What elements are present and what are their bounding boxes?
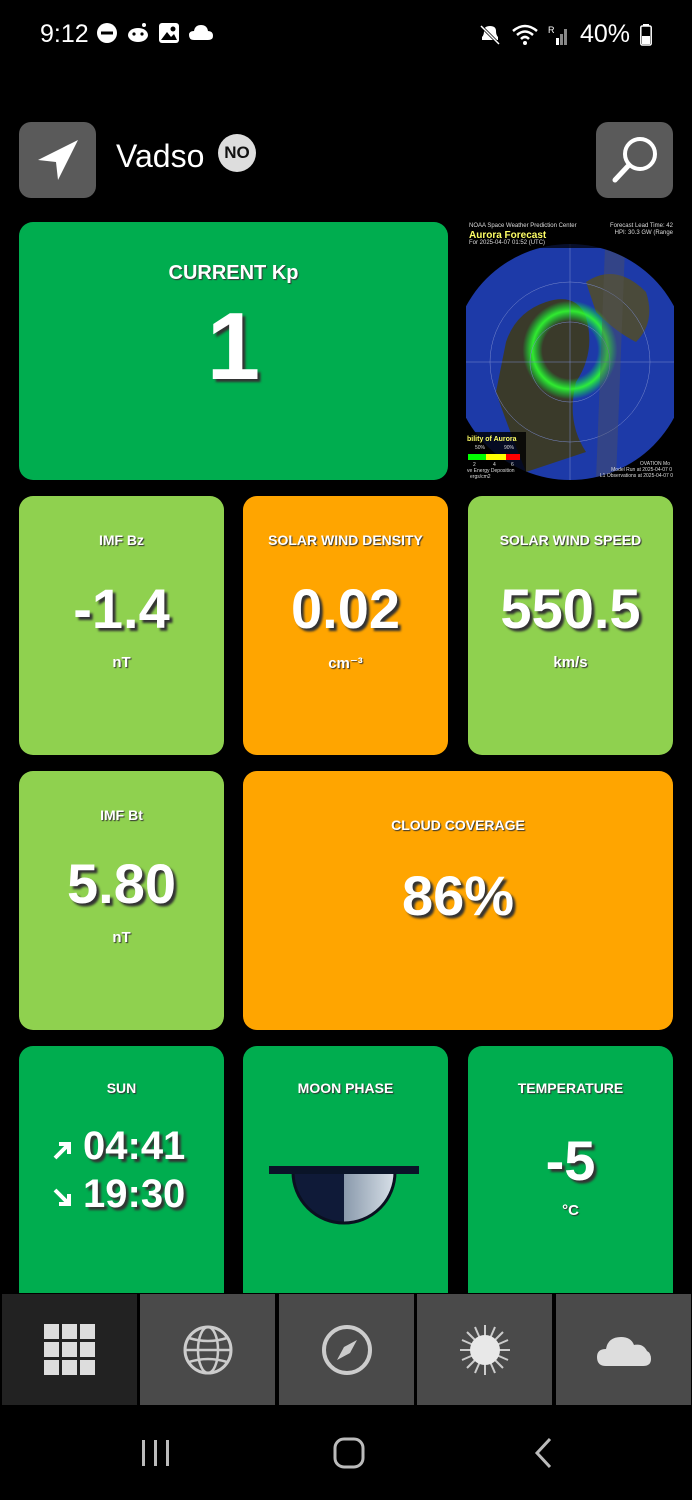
status-right: R 40% (478, 20, 652, 49)
moon-title: MOON PHASE (297, 1080, 394, 1096)
bottom-navigation (0, 1293, 692, 1406)
sw-density-unit: cm⁻³ (328, 655, 363, 672)
cloud-title: CLOUD COVERAGE (391, 817, 525, 833)
temperature-unit: °C (562, 1202, 579, 1219)
battery-icon (640, 23, 652, 46)
temperature-title: TEMPERATURE (517, 1080, 624, 1096)
battery-percent: 40% (579, 20, 630, 48)
tab-dashboard[interactable] (2, 1294, 137, 1405)
tab-compass[interactable] (279, 1294, 414, 1405)
sw-density-title: SOLAR WIND DENSITY (268, 532, 423, 548)
reddit-icon (128, 23, 148, 42)
aurora-power: HPI: 30.3 GW (Range (614, 230, 673, 236)
solar-wind-density-tile[interactable]: SOLAR WIND DENSITY 0.02 cm⁻³ (243, 496, 448, 755)
cloud-value: 86% (401, 864, 515, 927)
temperature-value: -5 (545, 1129, 596, 1192)
search-button[interactable] (596, 122, 673, 198)
compass-icon (321, 1324, 372, 1375)
kp-value: 1 (206, 293, 261, 400)
location-name: Vadso (116, 138, 205, 174)
status-bar: 9:12 R 40% (0, 0, 692, 70)
moon-phase-tile[interactable]: MOON PHASE (243, 1046, 448, 1293)
cloud-icon (596, 1336, 651, 1366)
svg-text:R: R (548, 25, 555, 35)
signal-icon: R (548, 25, 567, 45)
aurora-legend-caption2: ergs/cm2 (470, 474, 491, 480)
imf-bt-tile[interactable]: IMF Bt 5.80 nT (19, 771, 224, 1030)
cloud-coverage-tile[interactable]: CLOUD COVERAGE 86% (243, 771, 673, 1030)
sw-speed-unit: km/s (553, 654, 588, 671)
tab-map[interactable] (140, 1294, 275, 1405)
kp-tile[interactable]: CURRENT Kp 1 (19, 222, 448, 480)
aurora-forecast-map[interactable]: NOAA Space Weather Prediction Center For… (466, 222, 674, 480)
dnd-icon (97, 23, 117, 43)
imf-bz-tile[interactable]: IMF Bz -1.4 nT (19, 496, 224, 755)
imf-bz-unit: nT (112, 654, 131, 671)
imf-bt-value: 5.80 (67, 852, 176, 915)
sun-tile[interactable]: SUN 04:41 19:30 (19, 1046, 224, 1293)
imf-bt-title: IMF Bt (100, 807, 143, 823)
aurora-legend-90: 90% (504, 445, 515, 451)
globe-icon (183, 1325, 232, 1374)
tab-sun[interactable] (417, 1294, 552, 1405)
home-icon[interactable] (332, 1436, 366, 1470)
aurora-footer3: L1 Observations at 2025-04-07 0 (599, 473, 673, 479)
locate-button[interactable] (19, 122, 96, 198)
sunrise-time: 04:41 (83, 1124, 186, 1168)
back-icon[interactable] (532, 1436, 556, 1470)
sw-density-value: 0.02 (291, 577, 400, 640)
recent-apps-icon[interactable] (140, 1438, 172, 1468)
sw-speed-value: 550.5 (500, 577, 641, 640)
navigation-arrow-icon (37, 140, 78, 180)
sun-title: SUN (106, 1080, 137, 1096)
mute-icon (479, 24, 501, 45)
notification-icons (96, 22, 214, 44)
moon-phase-icon (269, 1166, 419, 1225)
imf-bt-unit: nT (112, 929, 131, 946)
aurora-legend-50: 50% (475, 445, 486, 451)
gallery-icon (159, 23, 179, 43)
sw-speed-title: SOLAR WIND SPEED (499, 532, 642, 548)
sun-icon (459, 1324, 510, 1375)
cloud-status-icon (189, 25, 213, 40)
temperature-tile[interactable]: TEMPERATURE -5 °C (468, 1046, 673, 1293)
sunset-arrow-icon (53, 1188, 71, 1206)
header: Vadso (0, 120, 692, 200)
tab-weather[interactable] (556, 1294, 691, 1405)
sunrise-arrow-icon (53, 1142, 71, 1160)
aurora-legend-title: bility of Aurora (467, 436, 517, 443)
country-badge: NO (218, 134, 256, 172)
imf-bz-title: IMF Bz (98, 532, 145, 548)
solar-wind-speed-tile[interactable]: SOLAR WIND SPEED 550.5 km/s (468, 496, 673, 755)
aurora-subtitle: For 2025-04-07 01:52 (UTC) (469, 240, 546, 246)
imf-bz-value: -1.4 (73, 577, 170, 640)
sunset-time: 19:30 (83, 1172, 186, 1216)
system-navigation-bar (0, 1406, 692, 1500)
kp-title: CURRENT Kp (168, 262, 299, 284)
wifi-icon (512, 24, 538, 45)
aurora-source: NOAA Space Weather Prediction Center (469, 223, 577, 229)
grid-icon (43, 1323, 95, 1375)
aurora-lead-time: Forecast Lead Time: 42 (609, 223, 673, 229)
status-time: 9:12 (40, 20, 89, 48)
search-icon (612, 137, 657, 183)
